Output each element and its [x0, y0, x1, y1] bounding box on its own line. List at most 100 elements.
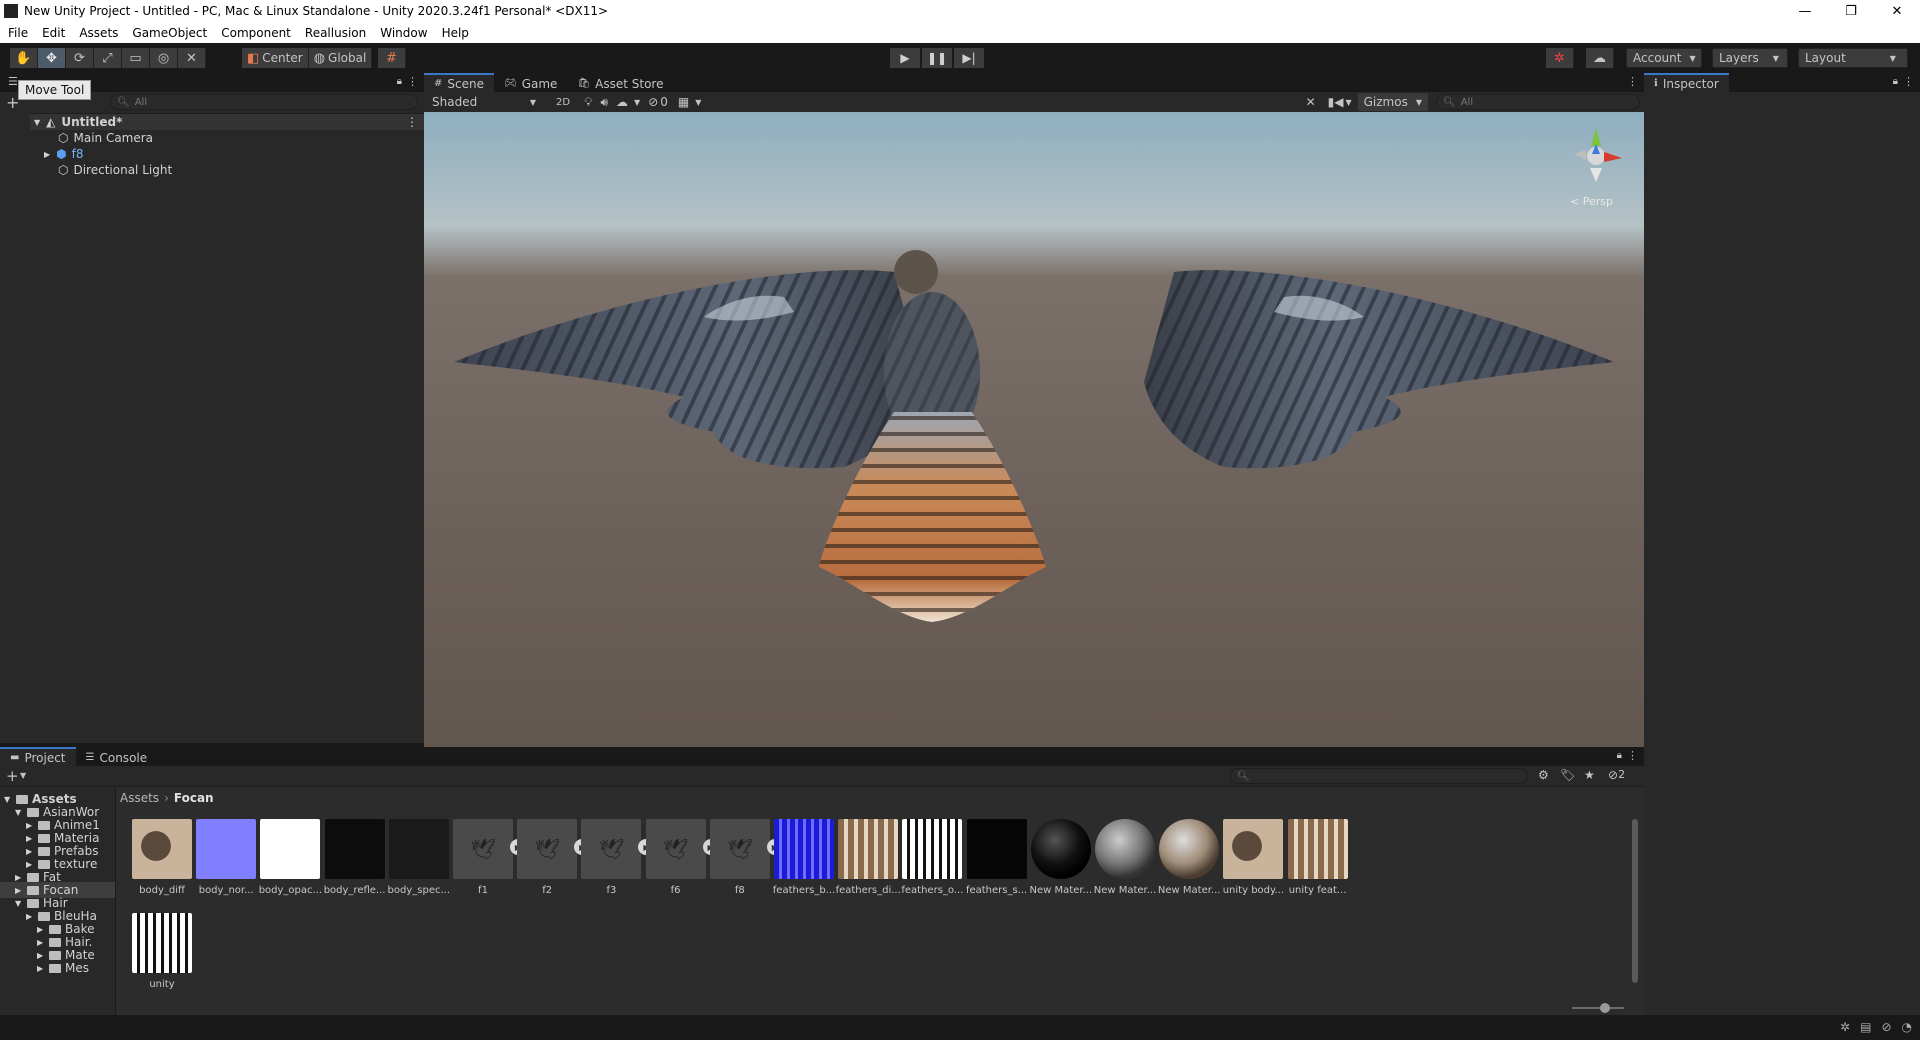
camera-settings-icon[interactable]: ▮◀: [1328, 95, 1344, 109]
hidden-packages-toggle[interactable]: ⊘ 2: [1608, 768, 1625, 782]
menu-edit[interactable]: Edit: [42, 26, 65, 40]
asset-texture[interactable]: body_refle...: [322, 819, 388, 896]
cloud-icon[interactable]: ☁: [1586, 48, 1614, 68]
menu-window[interactable]: Window: [380, 26, 427, 40]
hand-tool-icon[interactable]: ✋: [10, 48, 38, 68]
kebab-menu-icon[interactable]: ⋮: [1627, 749, 1638, 762]
effects-toggle-icon[interactable]: ☁: [616, 95, 628, 109]
lock-icon[interactable]: 🔒︎: [397, 76, 402, 87]
chevron-down-icon[interactable]: ▼: [20, 771, 26, 780]
chevron-down-icon[interactable]: ▼: [634, 98, 640, 107]
lock-icon[interactable]: 🔒︎: [1893, 76, 1898, 87]
asset-texture[interactable]: body_spec...: [386, 819, 452, 896]
asset-texture[interactable]: feathers_di...: [835, 819, 901, 896]
asset-texture[interactable]: body_diff: [129, 819, 195, 896]
pause-button[interactable]: ❚❚: [922, 48, 952, 68]
favorite-star-icon[interactable]: ★: [1584, 768, 1595, 782]
chevron-down-icon[interactable]: ▼: [1345, 98, 1351, 107]
kebab-menu-icon[interactable]: ⋮: [1627, 75, 1638, 88]
hierarchy-item-main-camera[interactable]: ⬡ Main Camera: [58, 130, 153, 146]
tab-game[interactable]: 🎮︎ Game: [493, 73, 568, 92]
asset-model[interactable]: ▶🕊︎f1: [450, 819, 526, 896]
pivot-global-button[interactable]: ◍ Global: [308, 48, 373, 68]
tools-icon[interactable]: ✕: [1306, 95, 1316, 109]
scene-root-row[interactable]: ▼ ◭ Untitled* ⋮: [30, 114, 424, 130]
expand-arrow-icon[interactable]: ▶: [26, 912, 34, 921]
tab-console[interactable]: ☰ Console: [75, 747, 158, 766]
tab-inspector[interactable]: ℹ Inspector: [1644, 73, 1729, 92]
search-by-type-icon[interactable]: ⚙: [1538, 768, 1549, 782]
expand-arrow-icon[interactable]: ▶: [26, 834, 34, 843]
debug-icon[interactable]: ✲: [1840, 1020, 1850, 1034]
lighting-toggle-icon[interactable]: 💡︎: [584, 95, 592, 110]
scene-viewport[interactable]: < Persp: [424, 112, 1644, 747]
falcon-model[interactable]: [424, 112, 1644, 747]
orientation-gizmo[interactable]: < Persp: [1556, 120, 1636, 212]
maximize-button[interactable]: ❐: [1828, 0, 1874, 22]
asset-model[interactable]: ▶🕊︎f2: [514, 819, 591, 896]
asset-texture[interactable]: unity: [129, 913, 195, 990]
hierarchy-item-f8[interactable]: ▶ ⬢ f8: [44, 146, 84, 162]
search-by-label-icon[interactable]: 🏷︎: [1560, 768, 1575, 782]
thumbnail-size-slider[interactable]: [1572, 1003, 1624, 1013]
asset-texture[interactable]: body_nor...: [193, 819, 259, 896]
project-tree-item[interactable]: ▶ Mes: [0, 960, 115, 976]
expand-arrow-icon[interactable]: ▼: [34, 118, 40, 127]
menu-gameobject[interactable]: GameObject: [132, 26, 207, 40]
asset-texture[interactable]: feathers_s...: [964, 819, 1030, 896]
asset-texture[interactable]: feathers_o...: [899, 819, 965, 896]
close-button[interactable]: ✕: [1874, 0, 1920, 22]
projection-label[interactable]: < Persp: [1570, 195, 1613, 208]
expand-arrow-icon[interactable]: ▶: [44, 150, 50, 159]
asset-material[interactable]: New Mater...: [1092, 819, 1158, 896]
axis-gizmo-icon[interactable]: [1556, 120, 1636, 190]
custom-tool-icon[interactable]: ✕: [178, 48, 206, 68]
menu-file[interactable]: File: [8, 26, 28, 40]
menu-icon[interactable]: ☰: [8, 75, 18, 88]
asset-texture[interactable]: feathers_b...: [771, 819, 837, 896]
asset-model[interactable]: ▶🕊︎f3: [578, 819, 655, 896]
move-tool-icon[interactable]: ✥: [38, 48, 66, 68]
kebab-menu-icon[interactable]: ⋮: [407, 75, 418, 88]
expand-arrow-icon[interactable]: ▶: [15, 886, 23, 895]
gizmos-dropdown[interactable]: Gizmos ▼: [1357, 93, 1428, 111]
scale-tool-icon[interactable]: ⤢: [94, 48, 122, 68]
lock-icon[interactable]: 🔒︎: [1617, 750, 1622, 761]
expand-arrow-icon[interactable]: ▶: [26, 860, 34, 869]
baking-icon[interactable]: ⊘: [1881, 1020, 1891, 1034]
scene-search-input[interactable]: 🔍︎ All: [1436, 94, 1640, 110]
grid-toggle-icon[interactable]: ▦: [678, 95, 689, 109]
tab-scene[interactable]: # Scene: [424, 73, 494, 92]
asset-material[interactable]: New Mater...: [1156, 819, 1222, 896]
grid-snap-icon[interactable]: #: [378, 48, 406, 68]
breadcrumb-assets[interactable]: Assets: [120, 791, 159, 805]
tab-asset-store[interactable]: 🛍︎ Asset Store: [567, 73, 674, 92]
asset-texture[interactable]: unity body...: [1220, 819, 1286, 896]
rect-tool-icon[interactable]: ▭: [122, 48, 150, 68]
collab-icon[interactable]: ✲: [1546, 48, 1574, 68]
progress-icon[interactable]: ◔: [1902, 1020, 1912, 1034]
expand-arrow-icon[interactable]: ▼: [4, 795, 12, 804]
shading-mode-dropdown[interactable]: Shaded ▼: [426, 93, 542, 111]
asset-model[interactable]: ▶🕊︎f8: [707, 819, 783, 896]
asset-model[interactable]: ▶🕊︎f6: [643, 819, 719, 896]
chevron-down-icon[interactable]: ▼: [695, 98, 701, 107]
expand-arrow-icon[interactable]: ▶: [37, 938, 45, 947]
expand-arrow-icon[interactable]: ▶: [26, 847, 34, 856]
expand-arrow-icon[interactable]: ▶: [26, 821, 34, 830]
scene-menu-icon[interactable]: ⋮: [406, 115, 418, 129]
step-button[interactable]: ▶|: [954, 48, 984, 68]
minimize-button[interactable]: —: [1782, 0, 1828, 22]
audio-toggle-icon[interactable]: 🔊︎: [600, 95, 608, 110]
layout-dropdown[interactable]: Layout ▼: [1798, 48, 1908, 68]
hierarchy-search-input[interactable]: 🔍︎ All: [110, 94, 418, 110]
hierarchy-item-directional-light[interactable]: ⬡ Directional Light: [58, 162, 172, 178]
rotate-tool-icon[interactable]: ⟳: [66, 48, 94, 68]
expand-arrow-icon[interactable]: ▶: [37, 951, 45, 960]
add-icon[interactable]: +: [6, 767, 19, 785]
expand-arrow-icon[interactable]: ▶: [37, 964, 45, 973]
menu-assets[interactable]: Assets: [79, 26, 118, 40]
layers-dropdown[interactable]: Layers ▼: [1712, 48, 1788, 68]
asset-texture[interactable]: body_opac...: [257, 819, 323, 896]
slider-handle[interactable]: [1600, 1003, 1610, 1013]
